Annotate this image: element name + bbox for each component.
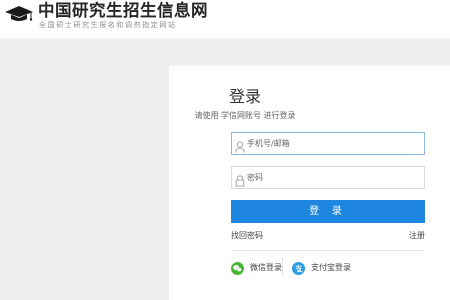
forgot-password-link[interactable]: 找回密码: [231, 230, 263, 242]
login-hint: 请使用 学信网账号 进行登录: [194, 111, 296, 120]
lock-icon: [235, 172, 245, 191]
alipay-login-button[interactable]: 支付宝登录: [292, 260, 351, 276]
user-icon: [235, 138, 245, 157]
login-title: 登录: [228, 87, 261, 106]
social-separator: [282, 258, 283, 276]
login-button[interactable]: 登 录: [231, 200, 425, 223]
account-field[interactable]: [231, 132, 425, 155]
site-subtitle: 全国硕士研究生报名和调剂指定网站: [39, 21, 177, 29]
alipay-login-label: 支付宝登录: [311, 263, 351, 272]
wechat-login-label: 微信登录: [250, 263, 282, 272]
password-input[interactable]: [247, 168, 417, 187]
site-header: 中国研究生招生信息网 全国硕士研究生报名和调剂指定网站: [0, 0, 450, 38]
account-input[interactable]: [247, 134, 417, 153]
wechat-icon: [231, 261, 244, 275]
divider: [231, 250, 425, 251]
wechat-login-button[interactable]: 微信登录: [231, 260, 282, 276]
register-link[interactable]: 注册: [409, 230, 425, 242]
graduation-cap-icon: [4, 5, 34, 27]
site-title[interactable]: 中国研究生招生信息网: [38, 0, 208, 22]
password-field[interactable]: [231, 166, 425, 189]
alipay-icon: [292, 261, 305, 275]
